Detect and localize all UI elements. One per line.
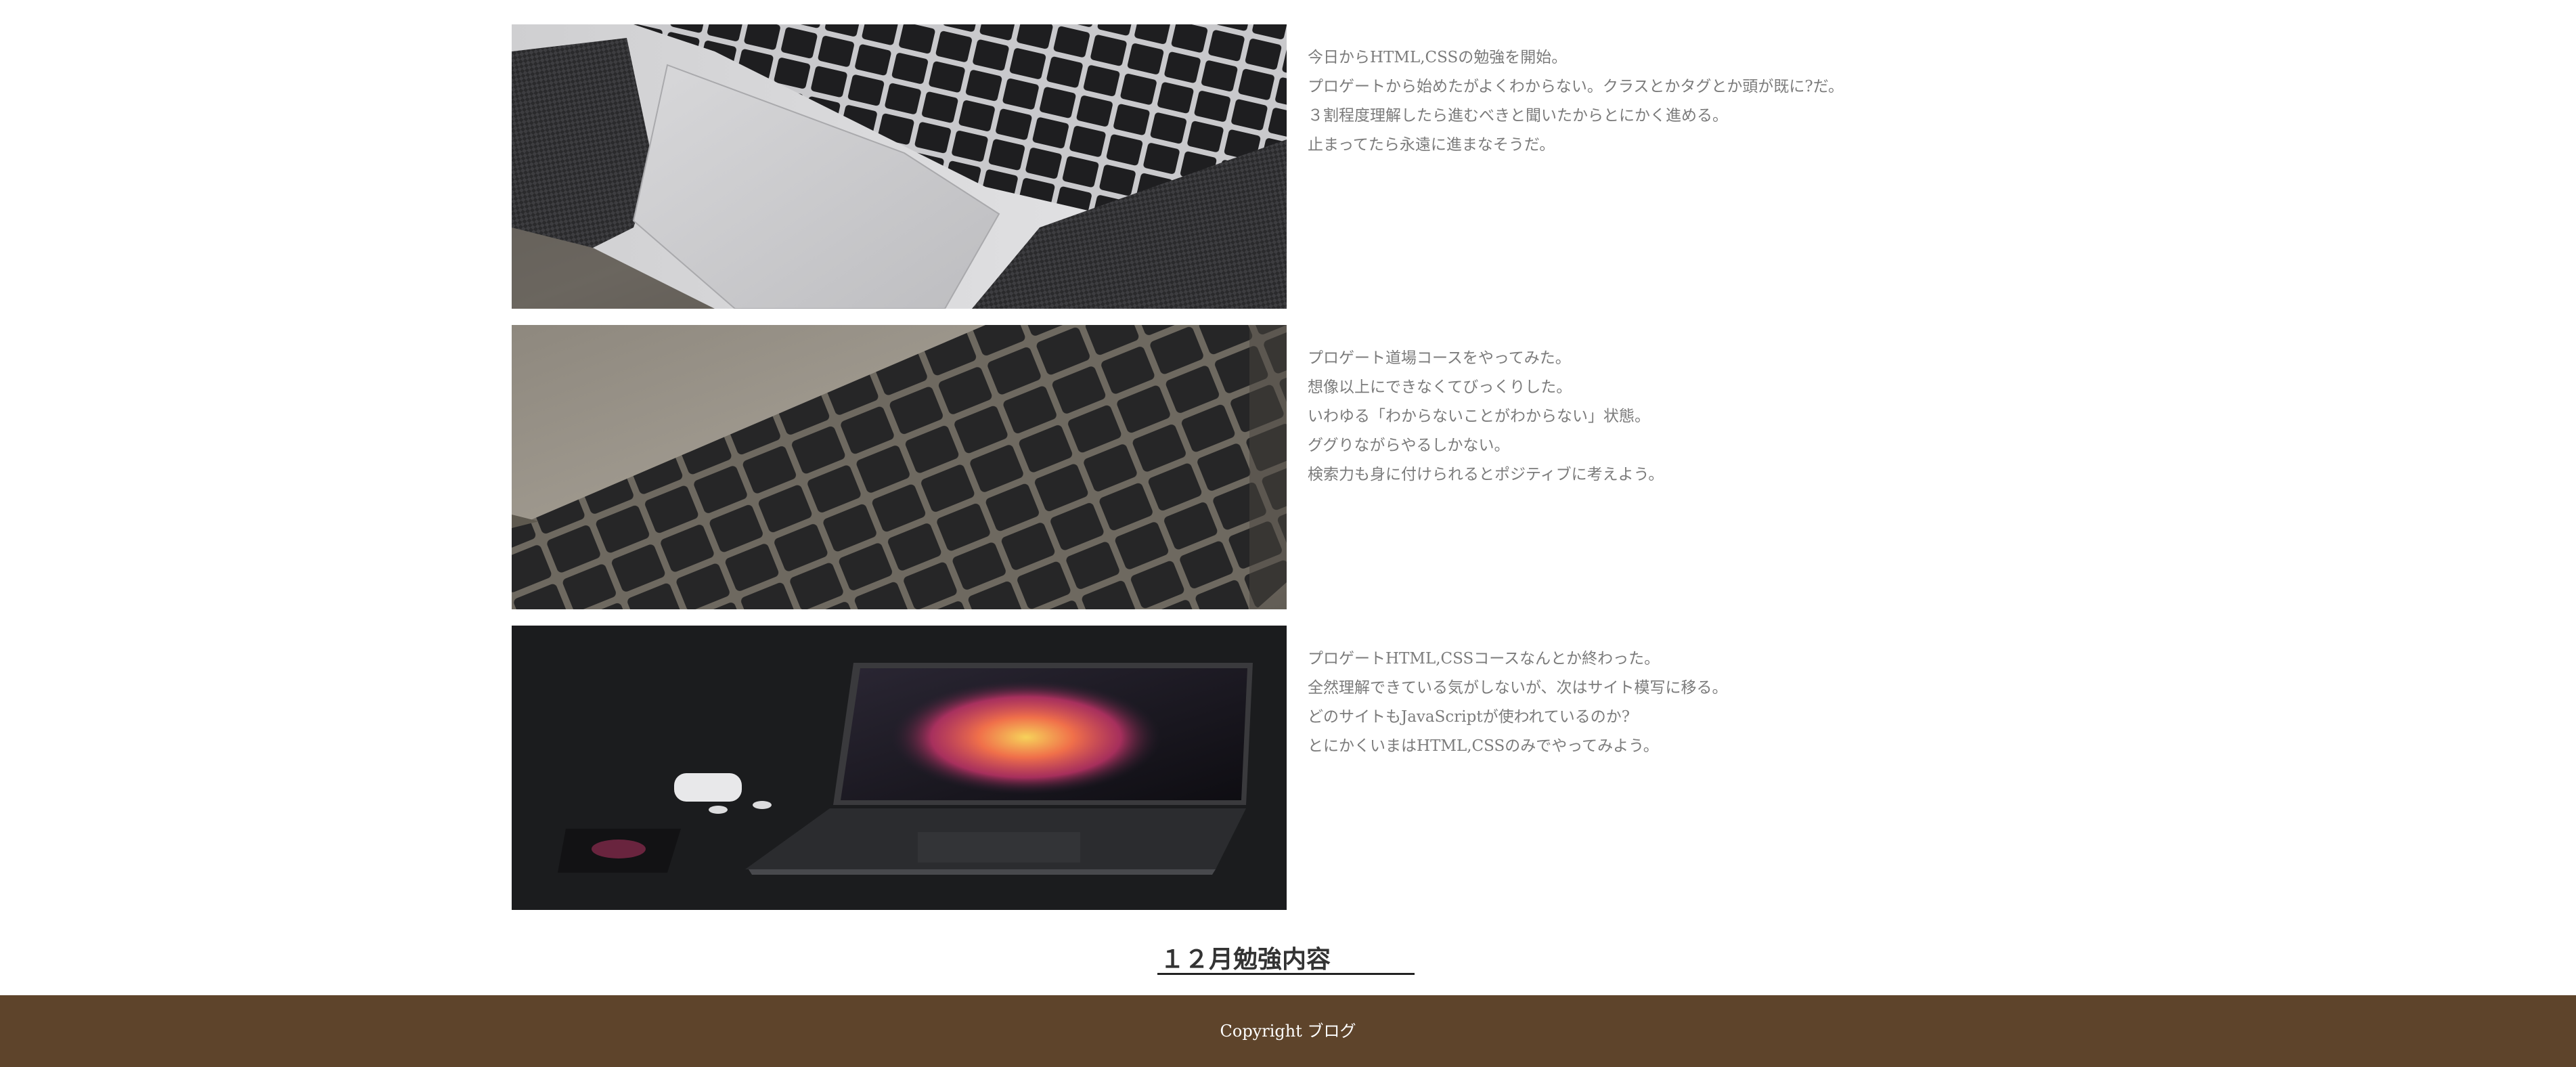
entry-line: ３割程度理解したら進むべきと聞いたからとにかく進める。: [1308, 107, 1728, 125]
entry-line: 全然理解できている気がしないが、次はサイト模写に移る。: [1308, 679, 1728, 697]
section-heading: １２月勉強内容: [1157, 944, 1415, 975]
entry-line: どのサイトもJavaScriptが使われているのか?: [1308, 708, 1630, 726]
blog-entry: プロゲート道場コースをやってみた。 想像以上にできなくてびっくりした。 いわゆる…: [512, 325, 1865, 609]
entry-line: 想像以上にできなくてびっくりした。: [1308, 378, 1572, 396]
entry-line: プロゲート道場コースをやってみた。: [1308, 349, 1571, 367]
entry-line: プロゲートから始めたがよくわからない。クラスとかタグとか頭が既に?だ。: [1308, 78, 1844, 95]
blog-page: 今日からHTML,CSSの勉強を開始。 プロゲートから始めたがよくわからない。ク…: [0, 0, 2576, 1067]
entry-line: とにかくいまはHTML,CSSのみでやってみよう。: [1308, 737, 1659, 755]
entry-line: 今日からHTML,CSSの勉強を開始。: [1308, 49, 1568, 66]
entry-line: 検索力も身に付けられるとポジティブに考えよう。: [1308, 466, 1664, 483]
blog-entry: 今日からHTML,CSSの勉強を開始。 プロゲートから始めたがよくわからない。ク…: [512, 24, 1865, 309]
entry-text: プロゲート道場コースをやってみた。 想像以上にできなくてびっくりした。 いわゆる…: [1308, 344, 1984, 489]
keyboard-closeup-photo: [512, 325, 1287, 609]
entry-line: ググりながらやるしかない。: [1308, 437, 1510, 454]
copyright-text: Copyright ブログ: [1220, 1022, 1356, 1041]
entry-text: 今日からHTML,CSSの勉強を開始。 プロゲートから始めたがよくわからない。ク…: [1308, 43, 1984, 160]
laptop-trackpad-photo: [512, 24, 1287, 309]
site-footer: Copyright ブログ: [0, 995, 2576, 1067]
entry-line: 止まってたら永遠に進まなそうだ。: [1308, 136, 1555, 154]
macbook-dark-photo: [512, 626, 1287, 910]
entry-line: いわゆる「わからないことがわからない」状態。: [1308, 408, 1650, 425]
entry-line: プロゲートHTML,CSSコースなんとか終わった。: [1308, 650, 1660, 668]
entry-text: プロゲートHTML,CSSコースなんとか終わった。 全然理解できている気がしない…: [1308, 645, 1984, 761]
blog-entry: プロゲートHTML,CSSコースなんとか終わった。 全然理解できている気がしない…: [512, 626, 1865, 910]
